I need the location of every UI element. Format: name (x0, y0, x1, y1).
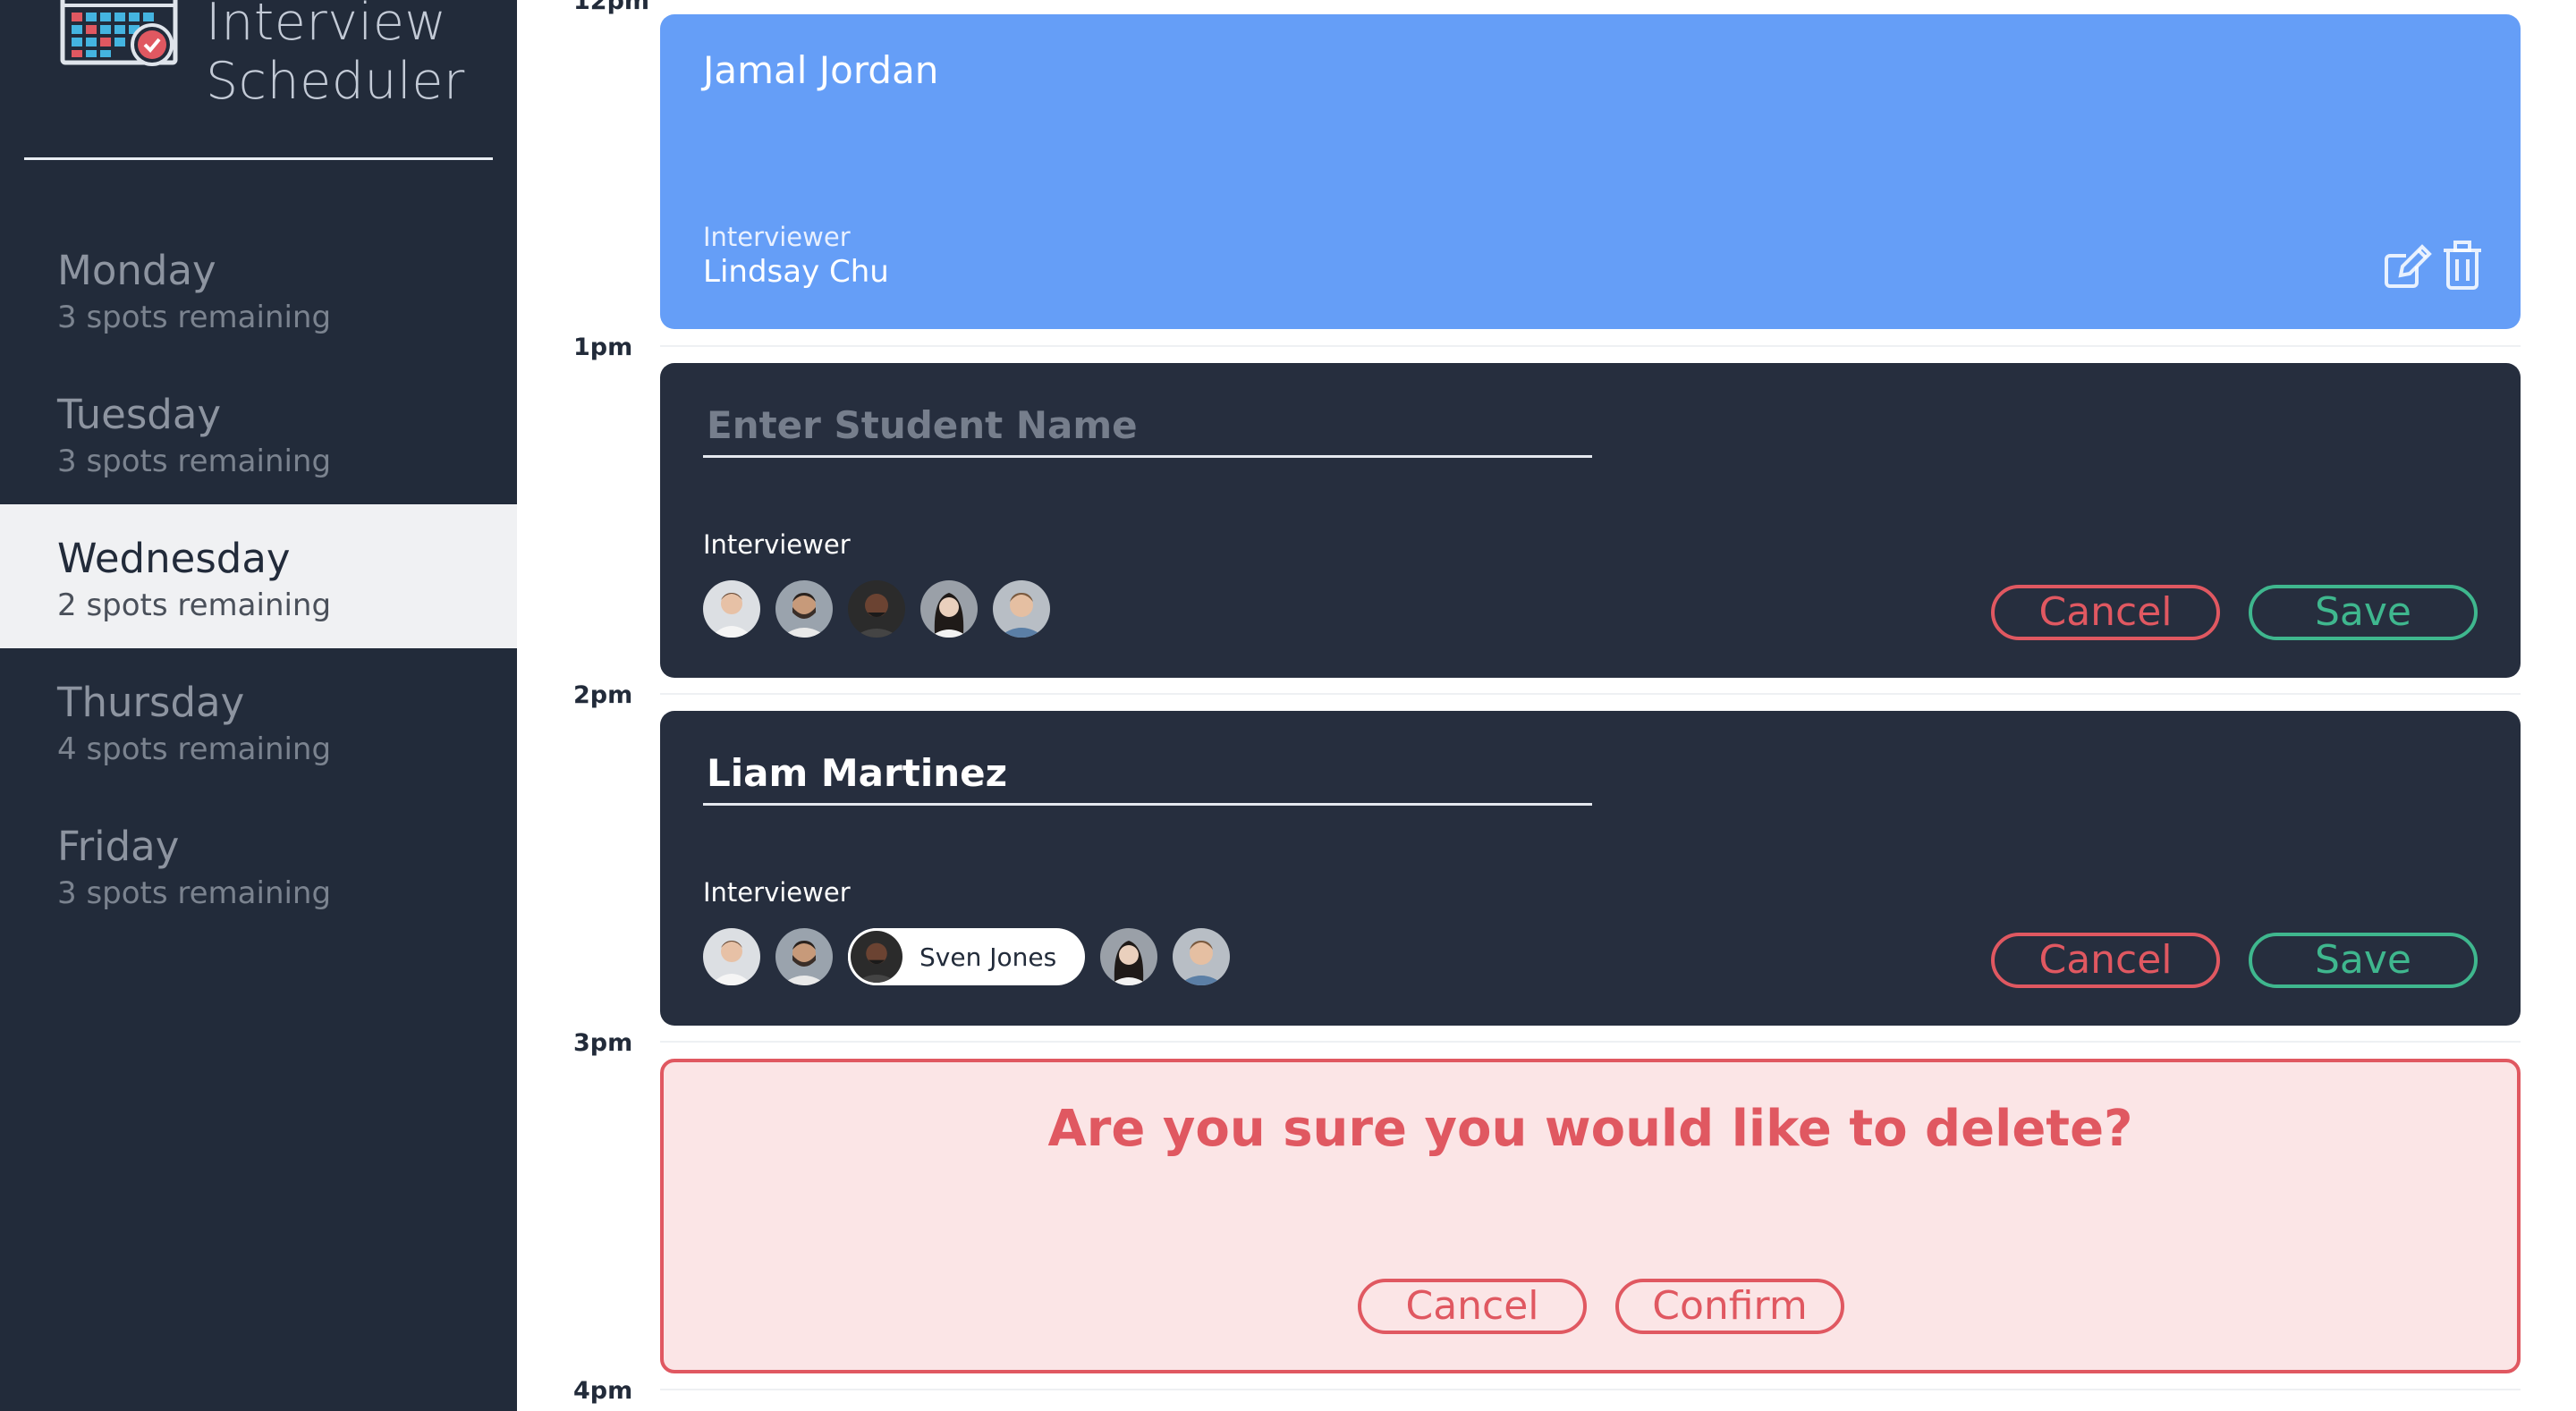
interviewer-list: Sven Jones (703, 927, 1245, 986)
confirm-message: Are you sure you would like to delete? (1047, 1100, 2133, 1158)
interviewer-label: Interviewer (703, 222, 851, 252)
hour-divider (660, 693, 2521, 695)
appointment-show: Jamal Jordan Interviewer Lindsay Chu (660, 14, 2521, 329)
interviewer-avatar[interactable] (920, 580, 978, 638)
day-item-monday[interactable]: Monday 3 spots remaining (0, 216, 517, 360)
student-name-input[interactable] (703, 395, 1592, 458)
interviewer-avatar[interactable] (775, 580, 833, 638)
interviewer-avatar[interactable] (775, 928, 833, 985)
sidebar-divider (24, 157, 493, 160)
interviewer-avatar[interactable] (993, 580, 1050, 638)
interviewer-avatar[interactable] (1100, 928, 1158, 985)
confirm-button[interactable]: Confirm (1615, 1279, 1844, 1334)
schedule: 12pm 1pm 2pm 3pm 4pm Jamal Jordan Interv… (517, 0, 2576, 1411)
day-list: Monday 3 spots remaining Tuesday 3 spots… (0, 216, 517, 936)
time-label-12pm: 12pm (573, 0, 650, 15)
appointment-confirm-delete: Are you sure you would like to delete? C… (660, 1059, 2521, 1373)
cancel-button[interactable]: Cancel (1991, 585, 2220, 640)
student-name-input[interactable] (703, 743, 1592, 806)
interviewer-avatar[interactable] (703, 928, 760, 985)
interviewer-avatar[interactable] (1173, 928, 1231, 985)
save-button[interactable]: Save (2249, 585, 2478, 640)
hour-divider (660, 1041, 2521, 1043)
day-item-friday[interactable]: Friday 3 spots remaining (0, 792, 517, 936)
interviewer-label: Interviewer (703, 877, 851, 908)
hour-divider (660, 345, 2521, 347)
selected-interviewer[interactable]: Sven Jones (848, 928, 1086, 985)
day-item-wednesday[interactable]: Wednesday 2 spots remaining (0, 504, 517, 648)
day-item-thursday[interactable]: Thursday 4 spots remaining (0, 648, 517, 792)
cancel-button[interactable]: Cancel (1358, 1279, 1587, 1334)
app-title: Interview Scheduler (206, 0, 465, 111)
save-button[interactable]: Save (2249, 933, 2478, 988)
selected-interviewer-name: Sven Jones (919, 942, 1057, 972)
time-label-2pm: 2pm (573, 681, 633, 709)
calendar-logo-icon (60, 0, 178, 66)
sidebar: Interview Scheduler Monday 3 spots remai… (0, 0, 517, 1411)
interviewer-label: Interviewer (703, 529, 851, 560)
cancel-button[interactable]: Cancel (1991, 933, 2220, 988)
hour-divider (660, 1389, 2521, 1390)
interviewer-name: Lindsay Chu (703, 254, 889, 290)
time-label-1pm: 1pm (573, 334, 633, 361)
edit-icon[interactable] (2381, 240, 2433, 291)
interviewer-avatar (848, 928, 905, 985)
day-item-tuesday[interactable]: Tuesday 3 spots remaining (0, 360, 517, 504)
brand: Interview Scheduler (59, 0, 470, 111)
time-label-3pm: 3pm (573, 1029, 633, 1057)
interviewer-avatar[interactable] (703, 580, 760, 638)
appointment-form-create: Interviewer Cancel Save (660, 363, 2521, 678)
interviewer-list (703, 579, 1065, 638)
trash-icon[interactable] (2440, 240, 2492, 291)
interviewer-avatar[interactable] (848, 580, 905, 638)
student-name: Jamal Jordan (703, 48, 939, 92)
appointment-form-edit: Interviewer Sven Jones Cancel Save (660, 711, 2521, 1026)
time-label-4pm: 4pm (573, 1377, 633, 1405)
